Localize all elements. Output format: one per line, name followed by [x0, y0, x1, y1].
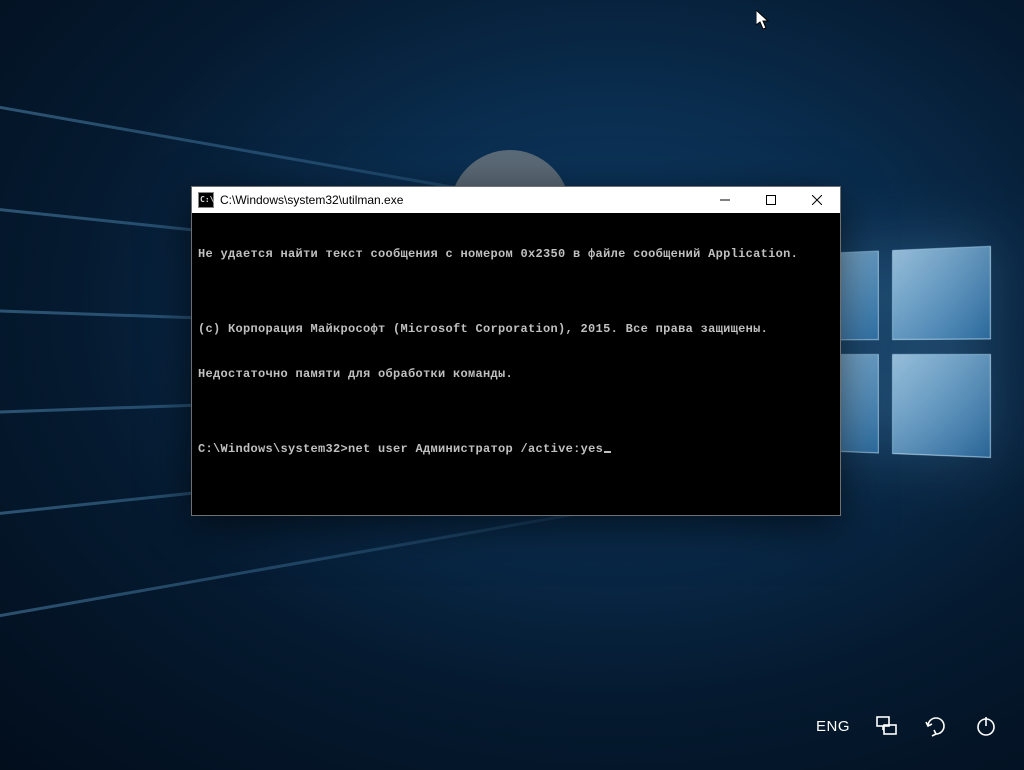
terminal-command-input: net user Администратор /active:yes [348, 442, 603, 456]
terminal-output[interactable]: Не удается найти текст сообщения с номер… [192, 213, 840, 515]
terminal-prompt-line: C:\Windows\system32>net user Администрат… [198, 442, 834, 457]
terminal-prompt: C:\Windows\system32> [198, 442, 348, 456]
ease-of-access-icon[interactable] [922, 712, 950, 740]
login-screen-controls: ENG [816, 712, 1000, 740]
cmd-icon: C:\ [198, 192, 214, 208]
network-icon[interactable] [872, 712, 900, 740]
language-indicator[interactable]: ENG [816, 718, 850, 735]
close-button[interactable] [794, 187, 840, 213]
power-icon[interactable] [972, 712, 1000, 740]
text-cursor [604, 451, 611, 453]
terminal-line: (c) Корпорация Майкрософт (Microsoft Cor… [198, 322, 834, 337]
svg-text:C:\: C:\ [200, 195, 214, 204]
mouse-cursor-icon [756, 10, 770, 30]
terminal-line: Не удается найти текст сообщения с номер… [198, 247, 834, 262]
terminal-line: Недостаточно памяти для обработки команд… [198, 367, 834, 382]
minimize-button[interactable] [702, 187, 748, 213]
window-titlebar[interactable]: C:\ C:\Windows\system32\utilman.exe [192, 187, 840, 213]
window-title: C:\Windows\system32\utilman.exe [220, 193, 403, 207]
maximize-button[interactable] [748, 187, 794, 213]
command-prompt-window: C:\ C:\Windows\system32\utilman.exe Не у… [191, 186, 841, 516]
